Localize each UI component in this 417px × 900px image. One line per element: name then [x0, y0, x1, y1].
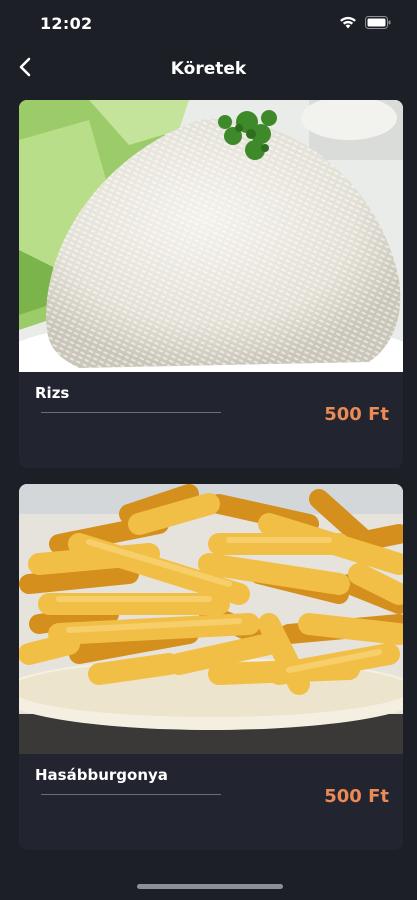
item-name: Rizs: [35, 384, 70, 402]
status-time: 12:02: [40, 13, 93, 33]
item-price: 500 Ft: [324, 786, 389, 807]
menu-item-card[interactable]: Hasábburgonya 500 Ft: [19, 484, 403, 850]
divider: [41, 794, 221, 795]
french-fries-photo: [19, 484, 403, 754]
wifi-icon: [339, 14, 357, 33]
page-title: Köretek: [170, 59, 247, 79]
rice-photo: [19, 100, 403, 372]
status-bar: 12:02: [0, 0, 417, 46]
chevron-left-icon: [18, 57, 32, 81]
menu-item-card[interactable]: Rizs 500 Ft: [19, 100, 403, 468]
menu-item-info: Hasábburgonya 500 Ft: [19, 754, 403, 850]
home-indicator[interactable]: [137, 884, 283, 889]
divider: [41, 412, 221, 413]
menu-item-info: Rizs 500 Ft: [19, 372, 403, 468]
item-name: Hasábburgonya: [35, 766, 168, 784]
back-button[interactable]: [10, 54, 40, 84]
battery-icon: [365, 14, 391, 33]
item-price: 500 Ft: [324, 404, 389, 425]
status-icons: [339, 14, 391, 33]
navigation-bar: Köretek: [0, 46, 417, 92]
